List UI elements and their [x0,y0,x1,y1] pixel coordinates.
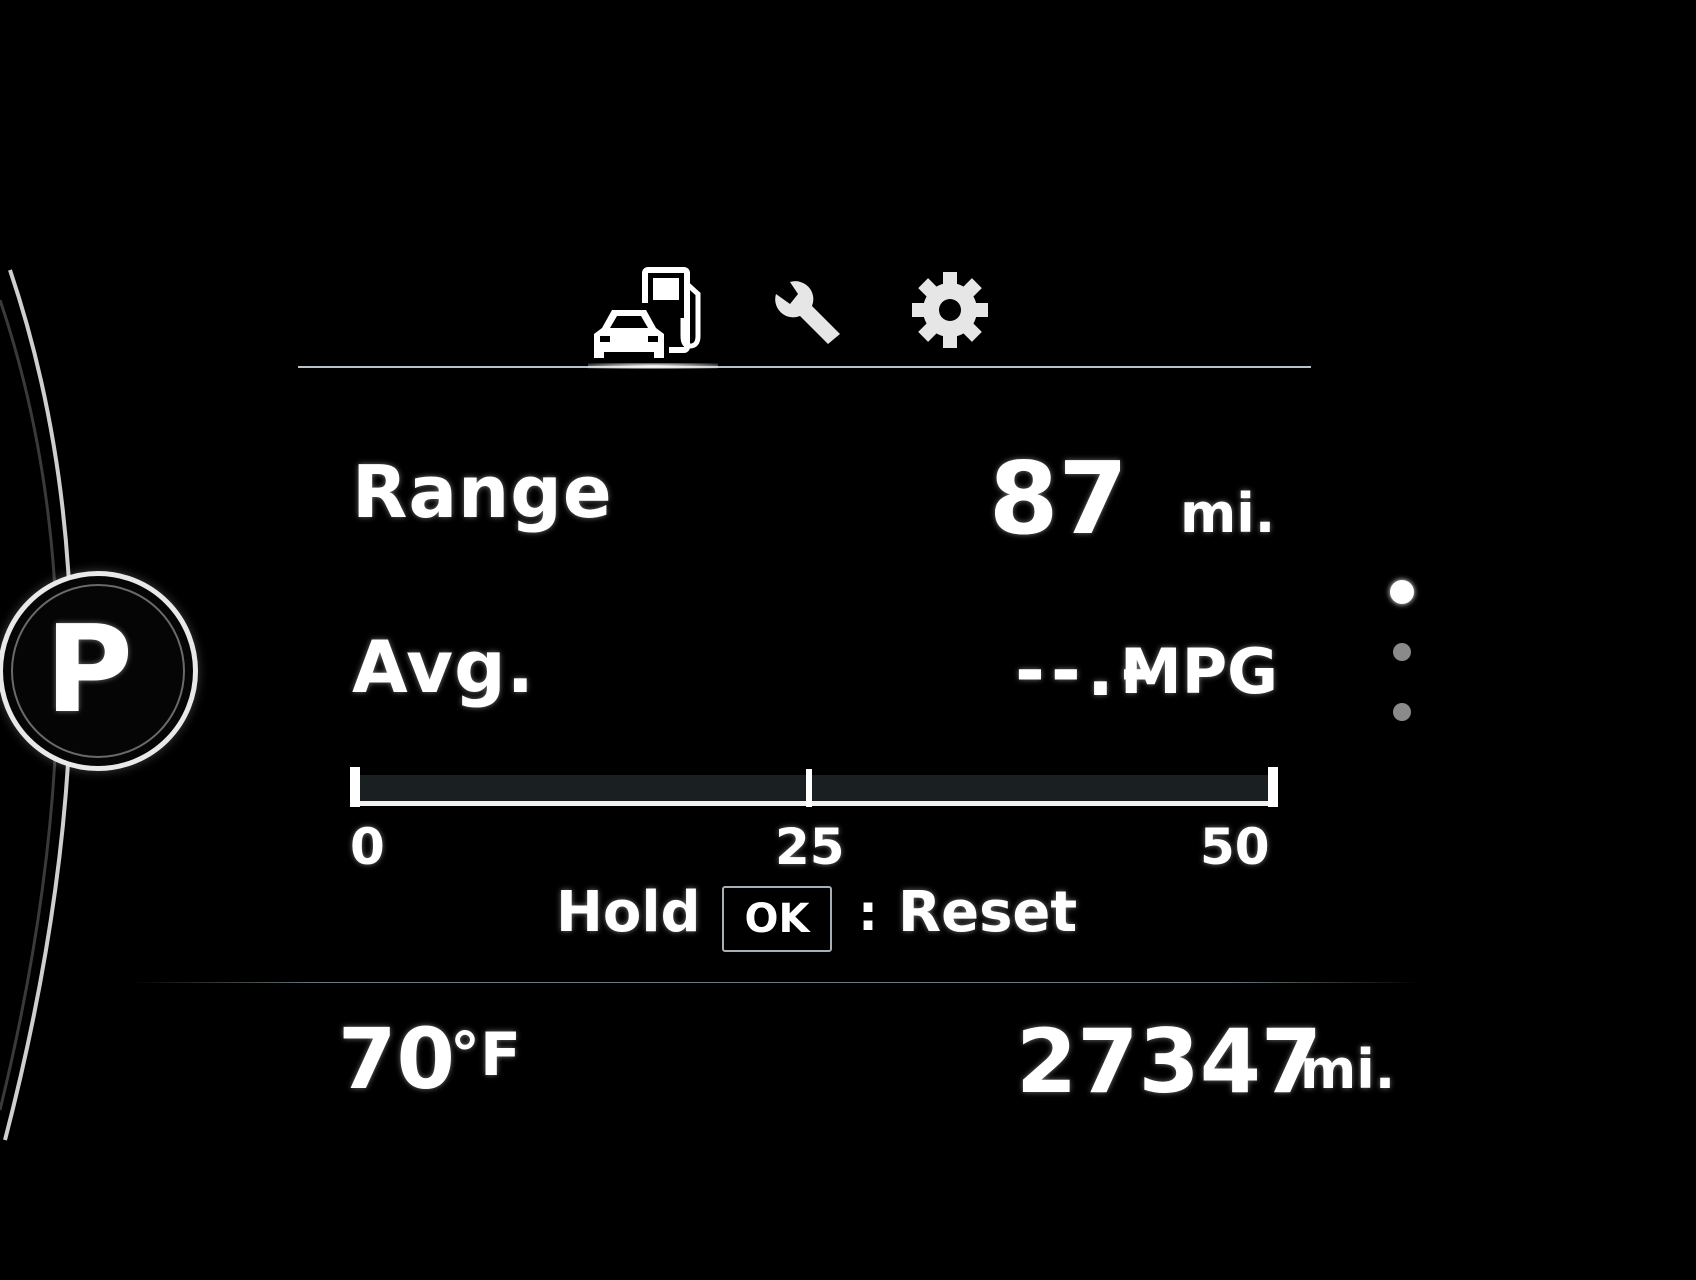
avg-mpg-unit: MPG [1120,635,1279,708]
page-dot-active [1390,580,1414,604]
gear-letter: P [45,601,133,740]
hold-label: Hold [556,880,701,945]
mpg-bar [350,767,1278,807]
mpg-scale-max: 50 [1200,818,1270,876]
tab-service[interactable] [770,280,846,348]
active-tab-indicator [588,363,718,369]
car-fuel-pump-icon [590,267,701,362]
tab-trip-info[interactable] [590,266,712,362]
page-dot [1393,643,1411,661]
odometer-unit: mi. [1300,1038,1396,1101]
range-value: 87 [988,440,1128,557]
status-divider [130,982,1420,983]
ok-key-label: OK [744,896,810,942]
range-label: Range [352,450,613,534]
ok-key-hint: OK [722,886,832,952]
range-unit: mi. [1180,482,1276,545]
hint-separator: : [858,884,878,942]
mpg-scale-mid: 25 [775,818,845,876]
temperature-unit: °F [450,1020,521,1090]
outside-temperature: 70 [338,1010,455,1108]
gear-indicator: P [0,571,198,771]
avg-mpg-label: Avg. [352,625,535,709]
tab-settings[interactable] [910,270,990,350]
tab-divider [298,366,1311,368]
mpg-scale-min: 0 [350,818,385,876]
gear-icon [912,272,988,348]
wrench-icon [775,281,840,344]
odometer-value: 27347 [1016,1010,1323,1113]
reset-label: Reset [898,880,1078,945]
page-dot [1393,703,1411,721]
